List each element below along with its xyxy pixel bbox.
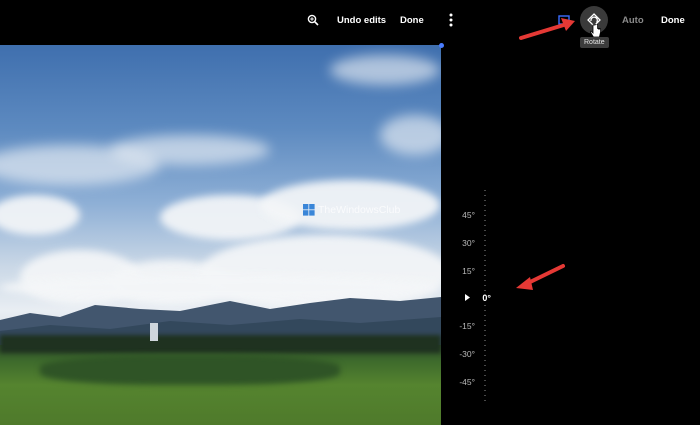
- dial-label-minus-30: -30°: [459, 349, 475, 359]
- annotation-arrow-dial: [516, 264, 565, 290]
- undo-edits-button[interactable]: Undo edits: [337, 0, 386, 40]
- dial-label-minus-15: -15°: [459, 321, 475, 331]
- dial-label-45: 45°: [462, 210, 475, 220]
- done-button-right[interactable]: Done: [661, 0, 685, 40]
- dial-label-minus-45: -45°: [459, 377, 475, 387]
- dial-label-30: 30°: [462, 238, 475, 248]
- auto-button[interactable]: Auto: [622, 0, 644, 40]
- dial-label-15: 15°: [462, 266, 475, 276]
- watermark: TheWindowsClub: [303, 204, 400, 216]
- done-button-left[interactable]: Done: [400, 0, 424, 40]
- zoom-in-button[interactable]: [304, 0, 322, 40]
- more-vertical-icon: [449, 13, 453, 27]
- rotate-tooltip: Rotate: [580, 37, 609, 48]
- zoom-in-icon: [307, 14, 319, 26]
- crop-handle-top-right[interactable]: [439, 43, 444, 48]
- dial-label-current: 0°: [482, 293, 491, 303]
- photo-canvas[interactable]: [0, 45, 441, 425]
- windows-logo-icon: [303, 204, 315, 216]
- annotation-arrow-top: [519, 18, 575, 40]
- rotation-dial[interactable]: 45° 30° 15° 0° -15° -30° -45°: [455, 190, 515, 405]
- watermark-text: TheWindowsClub: [318, 204, 401, 216]
- more-options-button[interactable]: [445, 0, 457, 40]
